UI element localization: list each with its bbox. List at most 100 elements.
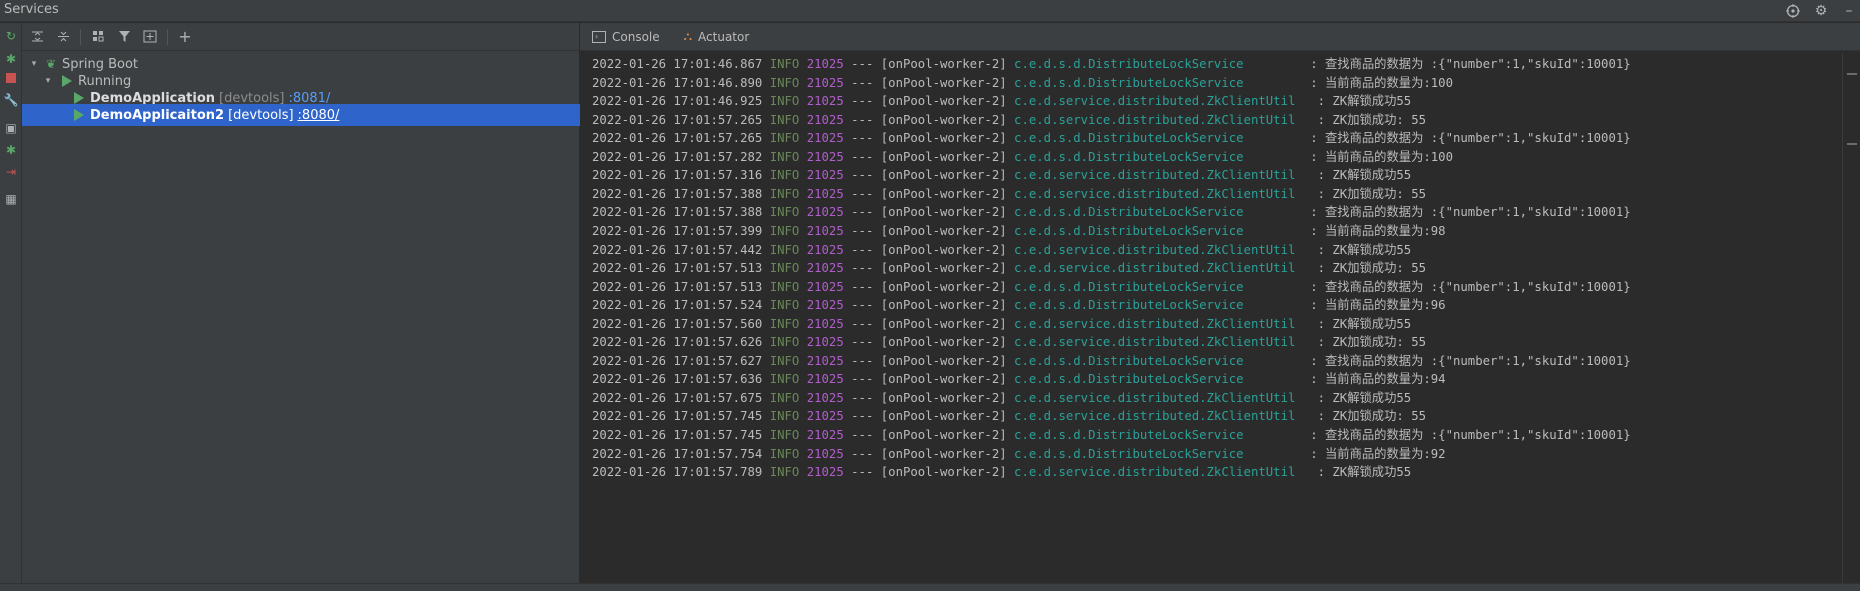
log-level: INFO xyxy=(769,223,800,238)
log-timestamp: 2022-01-26 17:01:57.745 xyxy=(592,428,763,442)
log-thread: [onPool-worker-2] xyxy=(880,372,1007,387)
log-class: c.e.d.service.distributed.ZkClientUtil xyxy=(1014,465,1311,480)
log-level: INFO xyxy=(769,242,800,257)
log-message: : 查找商品的数据为 :{"number":1,"skuId":10001} xyxy=(1310,428,1631,442)
tab-actuator[interactable]: ⛬ Actuator xyxy=(672,23,762,51)
console-output[interactable]: 2022-01-26 17:01:46.867 INFO 21025 --- [… xyxy=(580,53,1842,583)
log-level: INFO xyxy=(769,279,800,294)
app-tag: [devtools] xyxy=(228,107,294,123)
new-group-icon[interactable] xyxy=(141,28,159,46)
log-class: c.e.d.s.d.DistributeLockService xyxy=(1014,353,1303,368)
group-icon[interactable] xyxy=(89,28,107,46)
log-separator: --- xyxy=(851,335,874,350)
log-message: : 查找商品的数据为 :{"number":1,"skuId":10001} xyxy=(1310,353,1631,368)
gear-icon[interactable]: ⚙ xyxy=(1812,2,1830,20)
log-class: c.e.d.s.d.DistributeLockService xyxy=(1014,223,1303,238)
camera-icon[interactable]: ▣ xyxy=(3,120,19,136)
exit-icon[interactable]: ⇥ xyxy=(3,164,19,180)
log-level: INFO xyxy=(769,168,800,183)
log-level: INFO xyxy=(769,465,800,480)
services-action-bar: ↻ ✱ 🔧 ▣ ✱ ⇥ ▦ xyxy=(0,23,22,583)
log-thread: [onPool-worker-2] xyxy=(880,353,1007,368)
layout-icon[interactable]: ▦ xyxy=(3,191,19,207)
log-message: : ZK加锁成功: 55 xyxy=(1317,112,1427,127)
log-timestamp: 2022-01-26 17:01:57.388 xyxy=(592,186,763,201)
app-name: DemoApplicaiton2 xyxy=(90,107,225,123)
log-message: : 查找商品的数据为 :{"number":1,"skuId":10001} xyxy=(1310,279,1631,294)
console-scrollbar[interactable] xyxy=(1842,53,1860,583)
debug-run-icon[interactable]: ✱ xyxy=(3,142,19,158)
log-thread: [onPool-worker-2] xyxy=(880,298,1007,313)
debug-icon[interactable]: ✱ xyxy=(3,51,19,67)
log-thread: [onPool-worker-2] xyxy=(880,112,1007,127)
log-pid: 21025 xyxy=(806,75,844,90)
log-thread: [onPool-worker-2] xyxy=(880,149,1007,164)
log-separator: --- xyxy=(851,149,874,164)
app-port-link[interactable]: :8080/ xyxy=(298,108,340,123)
run-icon xyxy=(74,92,84,104)
log-pid: 21025 xyxy=(806,465,844,480)
stop-icon[interactable] xyxy=(3,70,19,86)
log-pid: 21025 xyxy=(806,390,844,405)
log-level: INFO xyxy=(769,409,800,424)
log-separator: --- xyxy=(851,242,874,257)
log-message: : ZK解锁成功55 xyxy=(1317,316,1412,331)
log-class: c.e.d.service.distributed.ZkClientUtil xyxy=(1014,242,1311,257)
log-message: : 当前商品的数量为:98 xyxy=(1310,223,1446,238)
target-icon[interactable] xyxy=(1784,2,1802,20)
log-class: c.e.d.s.d.DistributeLockService xyxy=(1014,446,1303,461)
tree-node-demo-applicaiton2[interactable]: DemoApplicaiton2 [devtools] :8080/ xyxy=(22,104,580,126)
log-message: : 当前商品的数量为:92 xyxy=(1310,446,1446,461)
log-thread: [onPool-worker-2] xyxy=(880,223,1007,238)
log-timestamp: 2022-01-26 17:01:57.636 xyxy=(592,372,763,387)
log-class: c.e.d.s.d.DistributeLockService xyxy=(1014,279,1303,294)
log-thread: [onPool-worker-2] xyxy=(880,390,1007,405)
log-class: c.e.d.service.distributed.ZkClientUtil xyxy=(1014,316,1311,331)
log-separator: --- xyxy=(851,112,874,127)
chevron-down-icon[interactable]: ▾ xyxy=(42,76,54,86)
log-thread: [onPool-worker-2] xyxy=(880,168,1007,183)
filter-icon[interactable] xyxy=(115,28,133,46)
log-pid: 21025 xyxy=(806,372,844,387)
wrench-icon[interactable]: 🔧 xyxy=(3,92,19,108)
log-pid: 21025 xyxy=(806,149,844,164)
log-message: : ZK加锁成功: 55 xyxy=(1317,261,1427,276)
log-thread: [onPool-worker-2] xyxy=(880,186,1007,201)
toolbar-separator xyxy=(80,28,81,45)
log-timestamp: 2022-01-26 17:01:57.265 xyxy=(592,131,763,146)
log-timestamp: 2022-01-26 17:01:57.442 xyxy=(592,242,763,257)
log-separator: --- xyxy=(851,316,874,331)
log-message: : 查找商品的数据为 :{"number":1,"skuId":10001} xyxy=(1310,57,1631,71)
log-class: c.e.d.service.distributed.ZkClientUtil xyxy=(1014,112,1311,127)
rerun-icon[interactable]: ↻ xyxy=(3,28,19,44)
log-separator: --- xyxy=(851,131,874,146)
log-class: c.e.d.s.d.DistributeLockService xyxy=(1014,298,1303,313)
console-tabbar: › Console ⛬ Actuator xyxy=(580,23,1860,51)
log-timestamp: 2022-01-26 17:01:57.282 xyxy=(592,149,763,164)
log-thread: [onPool-worker-2] xyxy=(880,261,1007,276)
collapse-all-icon[interactable] xyxy=(54,28,72,46)
log-timestamp: 2022-01-26 17:01:57.399 xyxy=(592,223,763,238)
log-level: INFO xyxy=(769,335,800,350)
log-thread: [onPool-worker-2] xyxy=(880,242,1007,257)
log-class: c.e.d.s.d.DistributeLockService xyxy=(1014,149,1303,164)
add-icon[interactable]: + xyxy=(176,27,194,46)
minimize-icon[interactable]: – xyxy=(1840,2,1858,20)
log-separator: --- xyxy=(851,94,874,109)
log-message: : ZK解锁成功55 xyxy=(1317,168,1412,183)
log-separator: --- xyxy=(851,446,874,461)
log-pid: 21025 xyxy=(806,57,844,71)
log-class: c.e.d.service.distributed.ZkClientUtil xyxy=(1014,409,1311,424)
log-timestamp: 2022-01-26 17:01:57.675 xyxy=(592,390,763,405)
log-pid: 21025 xyxy=(806,261,844,276)
log-level: INFO xyxy=(769,149,800,164)
log-pid: 21025 xyxy=(806,409,844,424)
log-timestamp: 2022-01-26 17:01:46.890 xyxy=(592,75,763,90)
expand-all-icon[interactable] xyxy=(28,28,46,46)
chevron-down-icon[interactable]: ▾ xyxy=(28,59,40,69)
log-separator: --- xyxy=(851,298,874,313)
log-pid: 21025 xyxy=(806,279,844,294)
log-separator: --- xyxy=(851,168,874,183)
log-thread: [onPool-worker-2] xyxy=(880,279,1007,294)
tab-console[interactable]: › Console xyxy=(580,23,672,51)
